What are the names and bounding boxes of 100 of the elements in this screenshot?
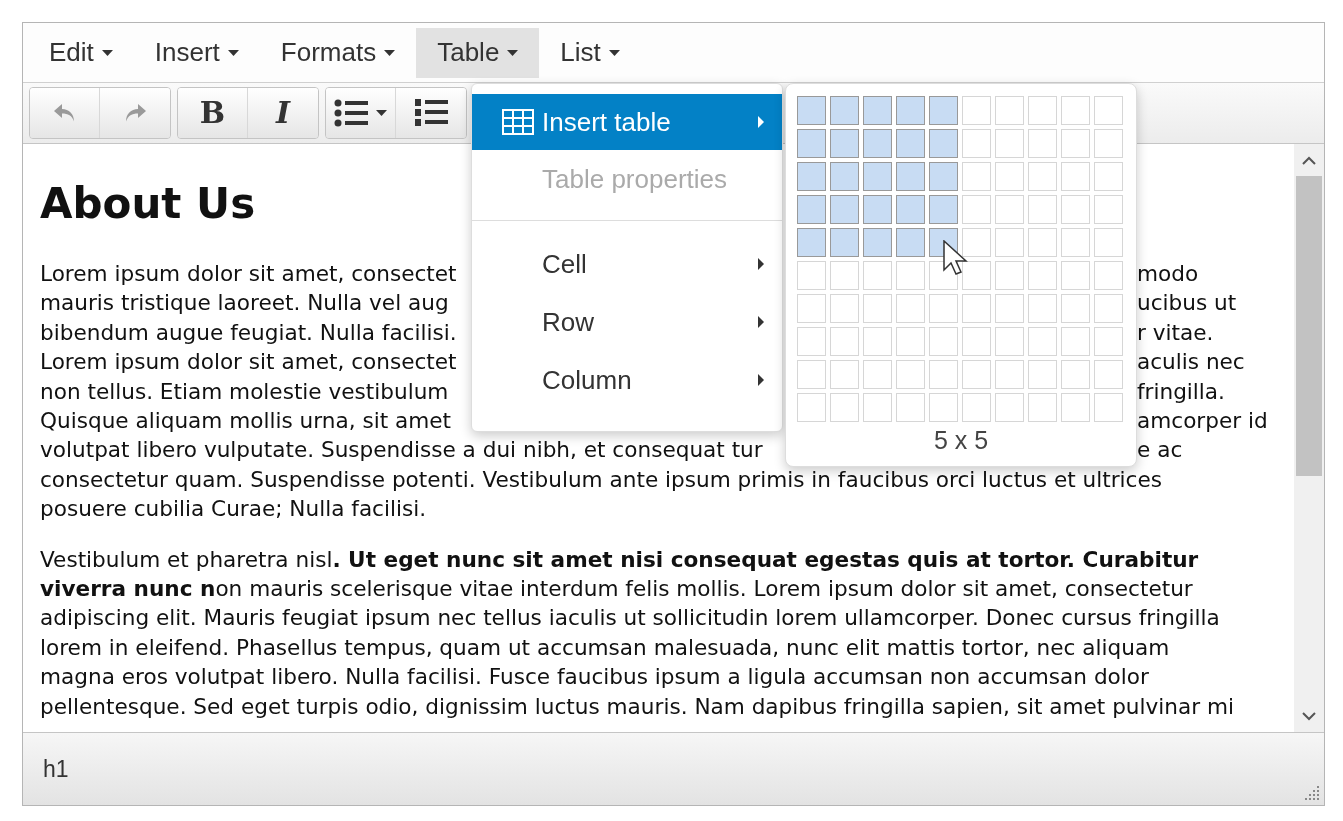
grid-cell[interactable]: [929, 327, 958, 356]
italic-button[interactable]: I: [248, 88, 318, 138]
grid-cell[interactable]: [830, 393, 859, 422]
grid-cell[interactable]: [929, 96, 958, 125]
grid-cell[interactable]: [830, 261, 859, 290]
grid-cell[interactable]: [896, 327, 925, 356]
grid-cell[interactable]: [1028, 96, 1057, 125]
grid-cell[interactable]: [830, 129, 859, 158]
grid-cell[interactable]: [962, 96, 991, 125]
grid-cell[interactable]: [962, 195, 991, 224]
grid-cell[interactable]: [929, 195, 958, 224]
grid-cell[interactable]: [1028, 162, 1057, 191]
menu-item[interactable]: Formats: [259, 27, 417, 78]
grid-cell[interactable]: [1094, 195, 1123, 224]
grid-cell[interactable]: [1061, 261, 1090, 290]
grid-cell[interactable]: [1094, 228, 1123, 257]
grid-cell[interactable]: [830, 228, 859, 257]
grid-cell[interactable]: [1028, 327, 1057, 356]
grid-cell[interactable]: [896, 129, 925, 158]
grid-cell[interactable]: [797, 327, 826, 356]
grid-cell[interactable]: [797, 393, 826, 422]
grid-cell[interactable]: [830, 294, 859, 323]
grid-cell[interactable]: [863, 228, 892, 257]
bold-button[interactable]: B: [178, 88, 248, 138]
grid-cell[interactable]: [896, 393, 925, 422]
scrollbar-thumb[interactable]: [1296, 176, 1322, 476]
grid-cell[interactable]: [1094, 129, 1123, 158]
grid-cell[interactable]: [863, 195, 892, 224]
numbered-list-button[interactable]: [396, 88, 466, 138]
grid-cell[interactable]: [1061, 228, 1090, 257]
grid-cell[interactable]: [797, 261, 826, 290]
grid-cell[interactable]: [1094, 327, 1123, 356]
grid-cell[interactable]: [863, 294, 892, 323]
grid-cell[interactable]: [1028, 195, 1057, 224]
grid-cell[interactable]: [896, 294, 925, 323]
grid-cell[interactable]: [797, 96, 826, 125]
bullet-list-button[interactable]: [326, 88, 396, 138]
grid-cell[interactable]: [1094, 261, 1123, 290]
grid-cell[interactable]: [797, 129, 826, 158]
menu-item[interactable]: Edit: [28, 27, 134, 78]
grid-cell[interactable]: [995, 129, 1024, 158]
grid-cell[interactable]: [962, 261, 991, 290]
grid-cell[interactable]: [962, 228, 991, 257]
grid-cell[interactable]: [830, 195, 859, 224]
grid-cell[interactable]: [863, 261, 892, 290]
grid-cell[interactable]: [797, 360, 826, 389]
grid-cell[interactable]: [962, 327, 991, 356]
resize-handle-icon[interactable]: [1304, 785, 1320, 801]
grid-cell[interactable]: [929, 294, 958, 323]
menu-item[interactable]: Column: [472, 351, 782, 409]
menu-item[interactable]: List: [539, 27, 641, 78]
grid-cell[interactable]: [929, 393, 958, 422]
grid-cell[interactable]: [1094, 393, 1123, 422]
menu-item[interactable]: Row: [472, 293, 782, 351]
element-path[interactable]: h1: [43, 755, 69, 783]
grid-cell[interactable]: [1061, 195, 1090, 224]
grid-cell[interactable]: [1061, 162, 1090, 191]
grid-cell[interactable]: [1061, 393, 1090, 422]
grid-cell[interactable]: [1061, 294, 1090, 323]
scrollbar[interactable]: [1294, 144, 1324, 732]
grid-cell[interactable]: [797, 162, 826, 191]
grid-cell[interactable]: [962, 393, 991, 422]
grid-cell[interactable]: [995, 162, 1024, 191]
grid-cell[interactable]: [929, 129, 958, 158]
grid-cell[interactable]: [995, 360, 1024, 389]
grid-cell[interactable]: [962, 162, 991, 191]
grid-cell[interactable]: [995, 195, 1024, 224]
menu-item[interactable]: Table: [416, 27, 540, 78]
grid-cell[interactable]: [929, 162, 958, 191]
grid-cell[interactable]: [995, 96, 1024, 125]
grid-cell[interactable]: [1061, 129, 1090, 158]
grid-cell[interactable]: [830, 327, 859, 356]
scroll-up-icon[interactable]: [1302, 155, 1316, 165]
grid-cell[interactable]: [830, 162, 859, 191]
grid-cell[interactable]: [896, 261, 925, 290]
grid-cell[interactable]: [1061, 96, 1090, 125]
grid-cell[interactable]: [1061, 327, 1090, 356]
grid-cell[interactable]: [863, 360, 892, 389]
grid-cell[interactable]: [896, 162, 925, 191]
menu-item[interactable]: Insert: [133, 27, 260, 78]
grid-cell[interactable]: [863, 327, 892, 356]
grid-cell[interactable]: [1028, 393, 1057, 422]
grid-cell[interactable]: [995, 228, 1024, 257]
menu-item[interactable]: Insert table: [472, 94, 782, 150]
grid-cell[interactable]: [797, 294, 826, 323]
grid-cell[interactable]: [962, 129, 991, 158]
scroll-down-icon[interactable]: [1302, 711, 1316, 721]
grid-cell[interactable]: [929, 360, 958, 389]
grid-cell[interactable]: [863, 393, 892, 422]
grid-cell[interactable]: [1061, 360, 1090, 389]
grid-cell[interactable]: [962, 360, 991, 389]
grid-cell[interactable]: [995, 261, 1024, 290]
grid-cell[interactable]: [1028, 228, 1057, 257]
grid-cell[interactable]: [1094, 360, 1123, 389]
grid-cell[interactable]: [863, 162, 892, 191]
grid-cell[interactable]: [863, 129, 892, 158]
grid-cell[interactable]: [896, 228, 925, 257]
grid-cell[interactable]: [1028, 360, 1057, 389]
grid-cell[interactable]: [1094, 96, 1123, 125]
grid-cell[interactable]: [797, 228, 826, 257]
